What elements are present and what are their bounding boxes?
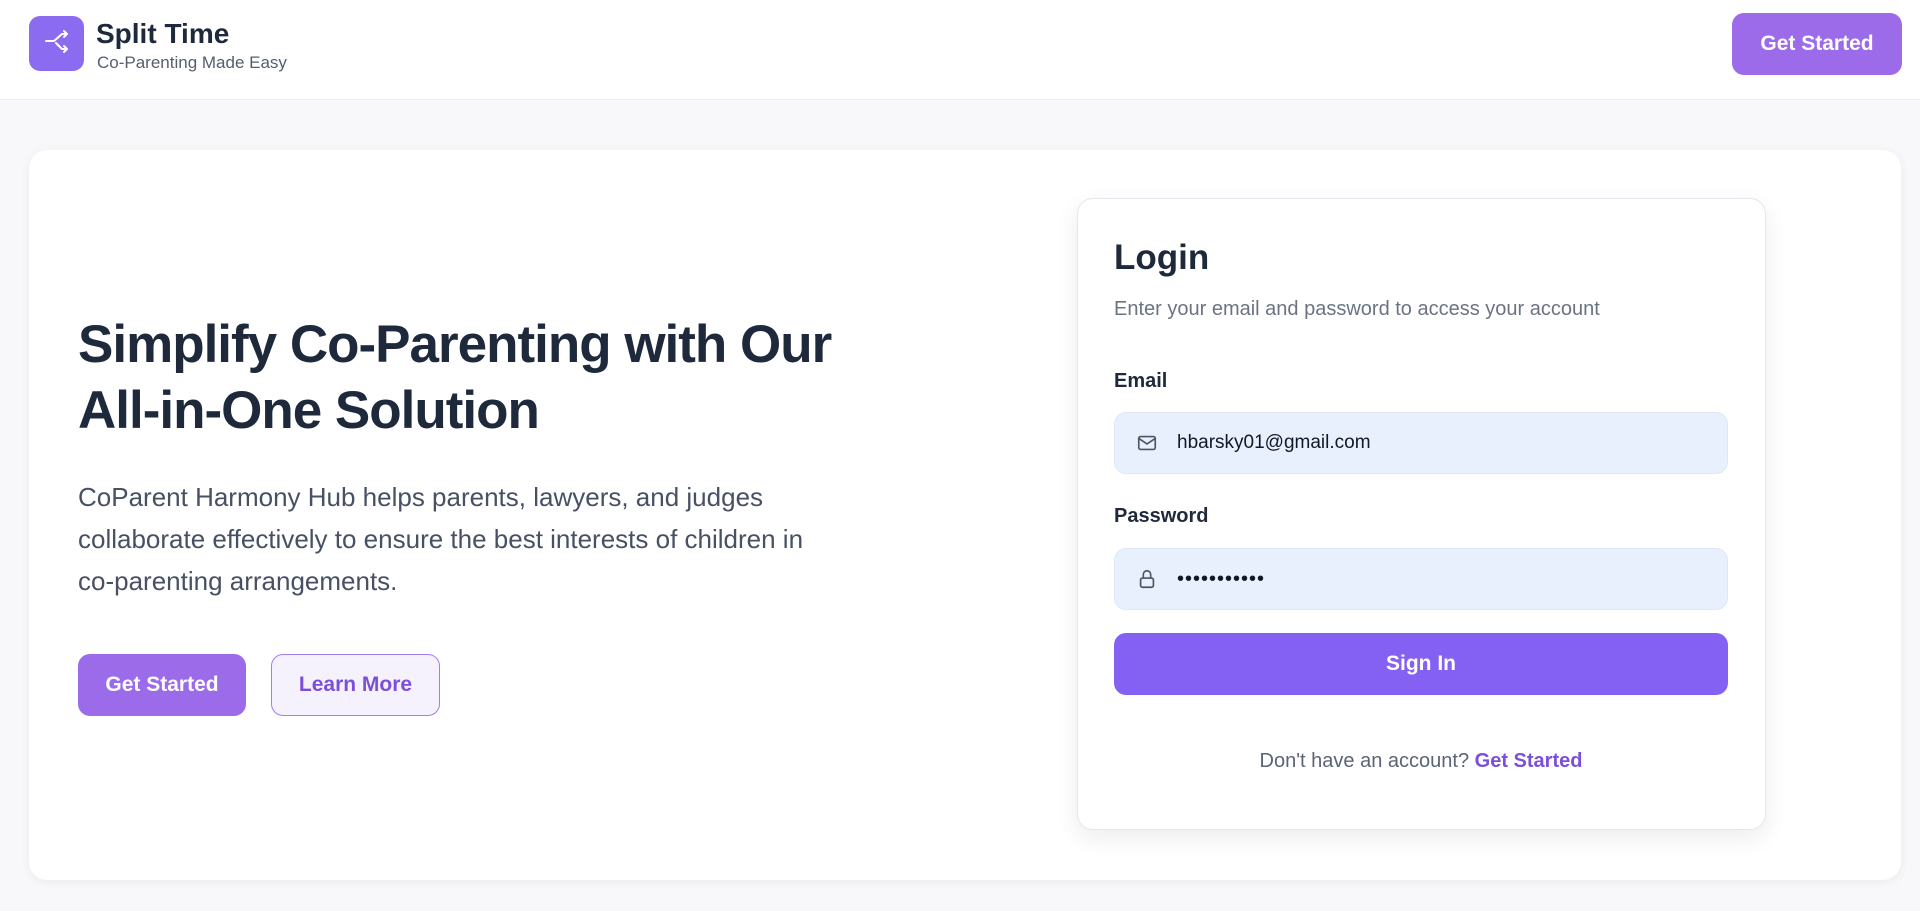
learn-more-button[interactable]: Learn More — [271, 654, 440, 716]
email-field[interactable]: hbarsky01@gmail.com — [1114, 412, 1728, 474]
header-get-started-button[interactable]: Get Started — [1732, 13, 1902, 75]
login-subtitle: Enter your email and password to access … — [1114, 298, 1600, 320]
login-title: Login — [1114, 238, 1210, 277]
hero-description: CoParent Harmony Hub helps parents, lawy… — [78, 476, 938, 602]
hero-get-started-button[interactable]: Get Started — [78, 654, 246, 716]
hero-title-line: Simplify Co-Parenting with Our — [78, 315, 832, 374]
brand-title: Split Time — [96, 18, 230, 49]
signup-link[interactable]: Get Started — [1475, 750, 1583, 772]
password-label: Password — [1114, 505, 1209, 527]
email-label: Email — [1114, 370, 1168, 392]
email-value[interactable]: hbarsky01@gmail.com — [1177, 432, 1371, 454]
password-value[interactable]: ••••••••••• — [1177, 568, 1265, 591]
mail-icon — [1135, 431, 1159, 455]
sign-in-button[interactable]: Sign In — [1114, 633, 1728, 695]
hero-description-line: co-parenting arrangements. — [78, 566, 398, 596]
hero-description-line: collaborate effectively to ensure the be… — [78, 524, 804, 554]
hero-title: Simplify Co-Parenting with Our All-in-On… — [78, 312, 978, 444]
split-arrows-icon — [42, 26, 72, 61]
logo[interactable] — [29, 16, 84, 71]
password-field[interactable]: ••••••••••• — [1114, 548, 1728, 610]
brand-subtitle: Co-Parenting Made Easy — [97, 53, 287, 72]
hero-description-line: CoParent Harmony Hub helps parents, lawy… — [78, 482, 764, 512]
signup-prompt-row: Don't have an account? Get Started — [1114, 750, 1728, 773]
signup-prompt-text: Don't have an account? — [1259, 750, 1470, 772]
top-header: Split Time Co-Parenting Made Easy Get St… — [0, 0, 1920, 100]
hero-title-line: All-in-One Solution — [78, 381, 540, 440]
lock-icon — [1135, 567, 1159, 591]
